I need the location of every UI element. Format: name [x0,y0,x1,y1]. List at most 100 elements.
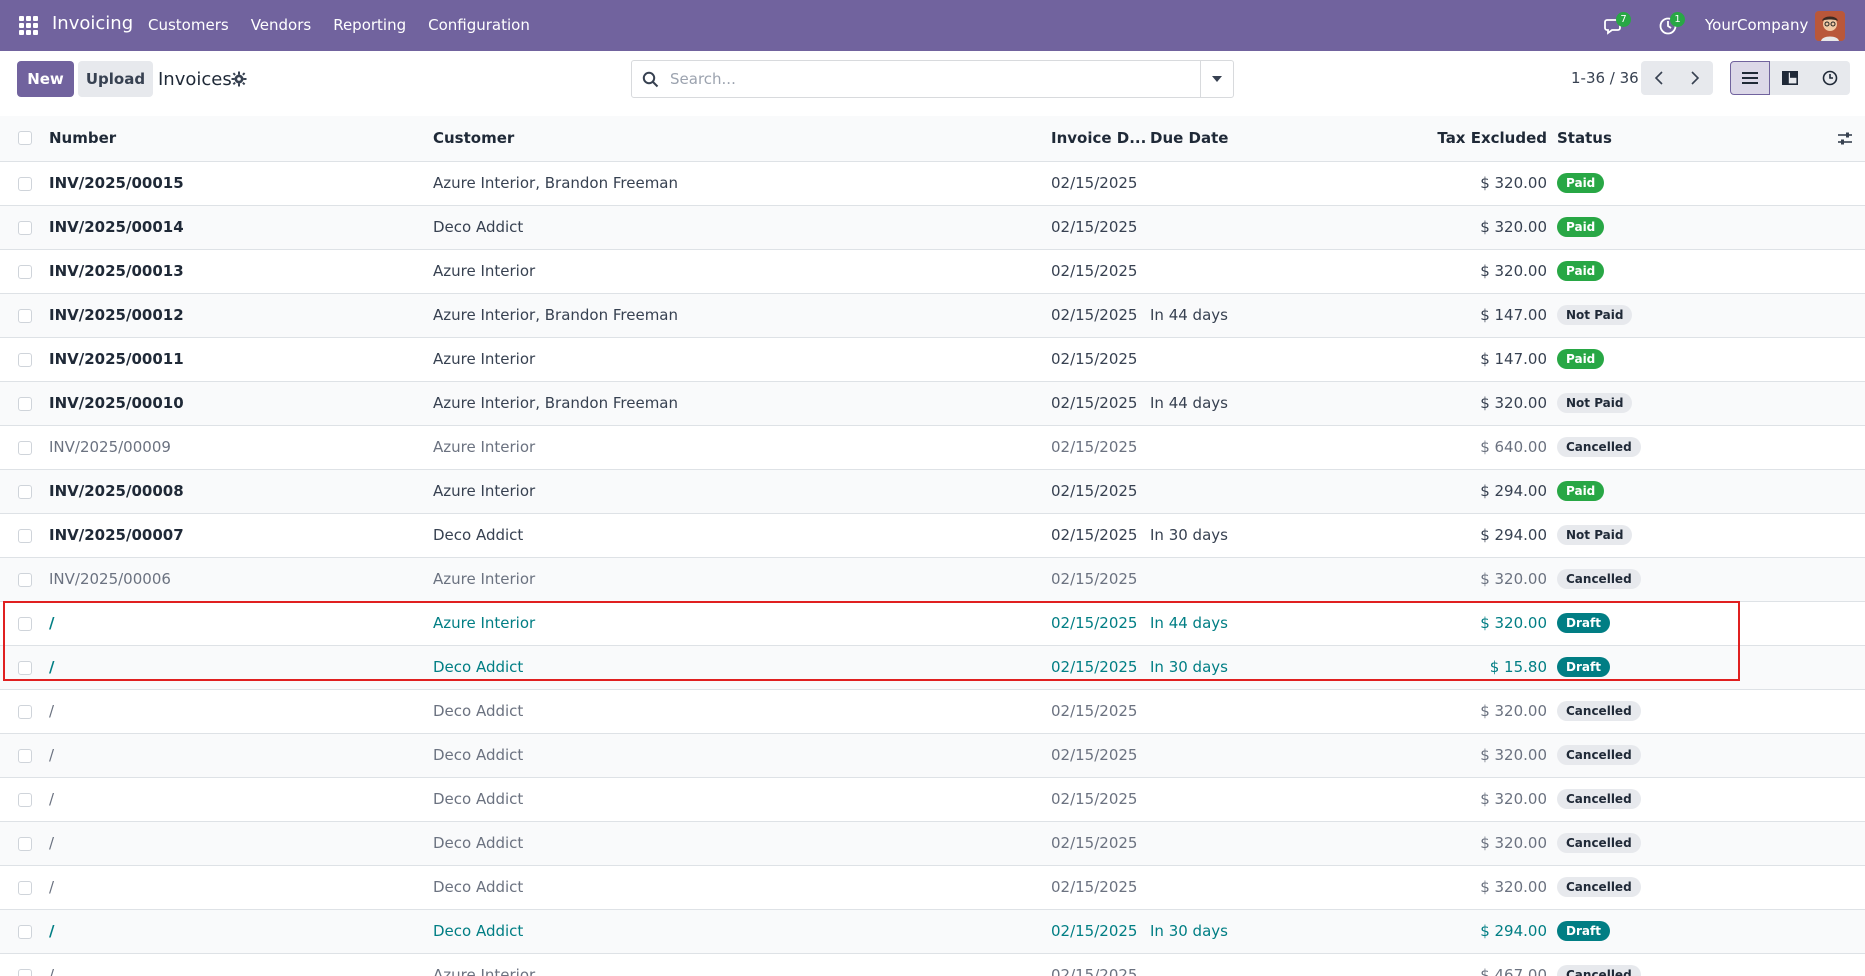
main-menu: Customers Vendors Reporting Configuratio… [148,16,530,34]
table-row[interactable]: INV/2025/00014 Deco Addict 02/15/2025 $ 320… [0,206,1865,250]
chevron-right-icon [1691,71,1700,85]
row-checkbox[interactable] [18,529,32,543]
pager-next-button[interactable] [1677,61,1713,95]
search-bar [631,60,1234,98]
table-row[interactable]: / Deco Addict 02/15/2025 $ 320.00 Cancelled [0,734,1865,778]
table-row[interactable]: INV/2025/00007 Deco Addict 02/15/2025 In 30… [0,514,1865,558]
customer-cell: Azure Interior [433,438,536,456]
customer-cell: Deco Addict [433,746,524,764]
pager-value[interactable]: 1-36 / 36 [1571,69,1639,87]
status-cell: Cancelled [1557,437,1641,457]
row-checkbox[interactable] [18,441,32,455]
row-checkbox[interactable] [18,969,32,976]
column-tax-excluded[interactable]: Tax Excluded [1437,129,1547,147]
status-cell: Cancelled [1557,965,1641,976]
column-customer[interactable]: Customer [433,129,514,147]
tax-excluded-cell: $ 640.00 [1480,438,1547,456]
tax-excluded-cell: $ 320.00 [1480,394,1547,412]
status-cell: Draft [1557,921,1610,941]
column-invoice-date[interactable]: Invoice D... [1051,129,1146,147]
row-checkbox[interactable] [18,353,32,367]
invoice-date-cell: 02/15/2025 [1051,878,1138,896]
row-checkbox[interactable] [18,925,32,939]
activity-view-button[interactable] [1810,61,1850,95]
pager-previous-button[interactable] [1641,61,1677,95]
customer-cell: Deco Addict [433,658,524,676]
column-number[interactable]: Number [49,129,116,147]
table-row[interactable]: / Deco Addict 02/15/2025 $ 320.00 Cancelled [0,690,1865,734]
invoice-date-cell: 02/15/2025 [1051,790,1138,808]
table-row[interactable]: / Deco Addict 02/15/2025 In 30 days $ 294.00… [0,910,1865,954]
table-row[interactable]: INV/2025/00006 Azure Interior 02/15/2025 $ … [0,558,1865,602]
table-row[interactable]: INV/2025/00015 Azure Interior, Brandon Fr… [0,162,1865,206]
apps-grid-icon[interactable] [19,16,39,36]
chat-icon[interactable]: 7 [1604,12,1631,36]
invoice-date-cell: 02/15/2025 [1051,614,1138,632]
table-row[interactable]: / Azure Interior 02/15/2025 $ 467.00 Cancell… [0,954,1865,976]
status-cell: Paid [1557,261,1605,281]
menu-customers[interactable]: Customers [148,16,229,34]
column-due-date[interactable]: Due Date [1150,129,1228,147]
row-checkbox[interactable] [18,485,32,499]
row-checkbox[interactable] [18,177,32,191]
tax-excluded-cell: $ 320.00 [1480,614,1547,632]
row-checkbox[interactable] [18,309,32,323]
select-all-checkbox[interactable] [18,131,32,145]
table-row[interactable]: / Deco Addict 02/15/2025 $ 320.00 Cancelled [0,866,1865,910]
table-header: Number Customer Invoice D... Due Date Ta… [0,116,1865,162]
gear-icon[interactable] [231,71,247,87]
column-status[interactable]: Status [1557,129,1612,147]
invoice-number-cell: / [49,614,55,632]
kanban-view-button[interactable] [1770,61,1810,95]
row-checkbox[interactable] [18,221,32,235]
table-row[interactable]: INV/2025/00011 Azure Interior 02/15/2025 $ … [0,338,1865,382]
table-row[interactable]: / Deco Addict 02/15/2025 $ 320.00 Cancelled [0,822,1865,866]
app-name[interactable]: Invoicing [52,13,133,34]
list-view-button[interactable] [1730,61,1770,95]
sliders-icon[interactable] [1837,131,1853,147]
clock-icon[interactable]: 1 [1658,12,1685,36]
invoice-date-cell: 02/15/2025 [1051,482,1138,500]
due-date-cell: In 44 days [1150,614,1228,632]
invoice-number-cell: INV/2025/00007 [49,526,184,544]
invoice-number-cell: / [49,790,55,808]
search-icon [642,71,659,88]
tax-excluded-cell: $ 320.00 [1480,174,1547,192]
row-checkbox[interactable] [18,881,32,895]
tax-excluded-cell: $ 320.00 [1480,702,1547,720]
row-checkbox[interactable] [18,661,32,675]
table-row[interactable]: / Deco Addict 02/15/2025 $ 320.00 Cancelled [0,778,1865,822]
status-cell: Paid [1557,217,1605,237]
table-row[interactable]: INV/2025/00012 Azure Interior, Brandon Fr… [0,294,1865,338]
row-checkbox[interactable] [18,749,32,763]
customer-cell: Deco Addict [433,218,524,236]
menu-reporting[interactable]: Reporting [333,16,406,34]
table-row[interactable]: INV/2025/00013 Azure Interior 02/15/2025 $ … [0,250,1865,294]
table-row[interactable]: INV/2025/00009 Azure Interior 02/15/2025 $ … [0,426,1865,470]
table-row[interactable]: / Azure Interior 02/15/2025 In 44 days $ 320… [0,602,1865,646]
table-row[interactable]: INV/2025/00008 Azure Interior 02/15/2025 $ … [0,470,1865,514]
row-checkbox[interactable] [18,617,32,631]
row-checkbox[interactable] [18,397,32,411]
avatar[interactable] [1815,11,1845,41]
upload-button[interactable]: Upload [78,61,153,97]
customer-cell: Deco Addict [433,834,524,852]
menu-vendors[interactable]: Vendors [251,16,312,34]
row-checkbox[interactable] [18,265,32,279]
row-checkbox[interactable] [18,793,32,807]
row-checkbox[interactable] [18,573,32,587]
search-input[interactable] [670,62,1170,96]
status-cell: Paid [1557,173,1605,193]
row-checkbox[interactable] [18,705,32,719]
invoice-date-cell: 02/15/2025 [1051,526,1138,544]
company-switcher[interactable]: YourCompany [1705,16,1808,34]
search-options-toggle[interactable] [1200,61,1233,97]
customer-cell: Azure Interior [433,262,536,280]
menu-configuration[interactable]: Configuration [428,16,530,34]
invoice-number-cell: INV/2025/00010 [49,394,184,412]
table-row[interactable]: / Deco Addict 02/15/2025 In 30 days $ 15.80 D… [0,646,1865,690]
row-checkbox[interactable] [18,837,32,851]
status-badge: Cancelled [1557,789,1641,809]
new-button[interactable]: New [17,61,74,97]
table-row[interactable]: INV/2025/00010 Azure Interior, Brandon Fr… [0,382,1865,426]
